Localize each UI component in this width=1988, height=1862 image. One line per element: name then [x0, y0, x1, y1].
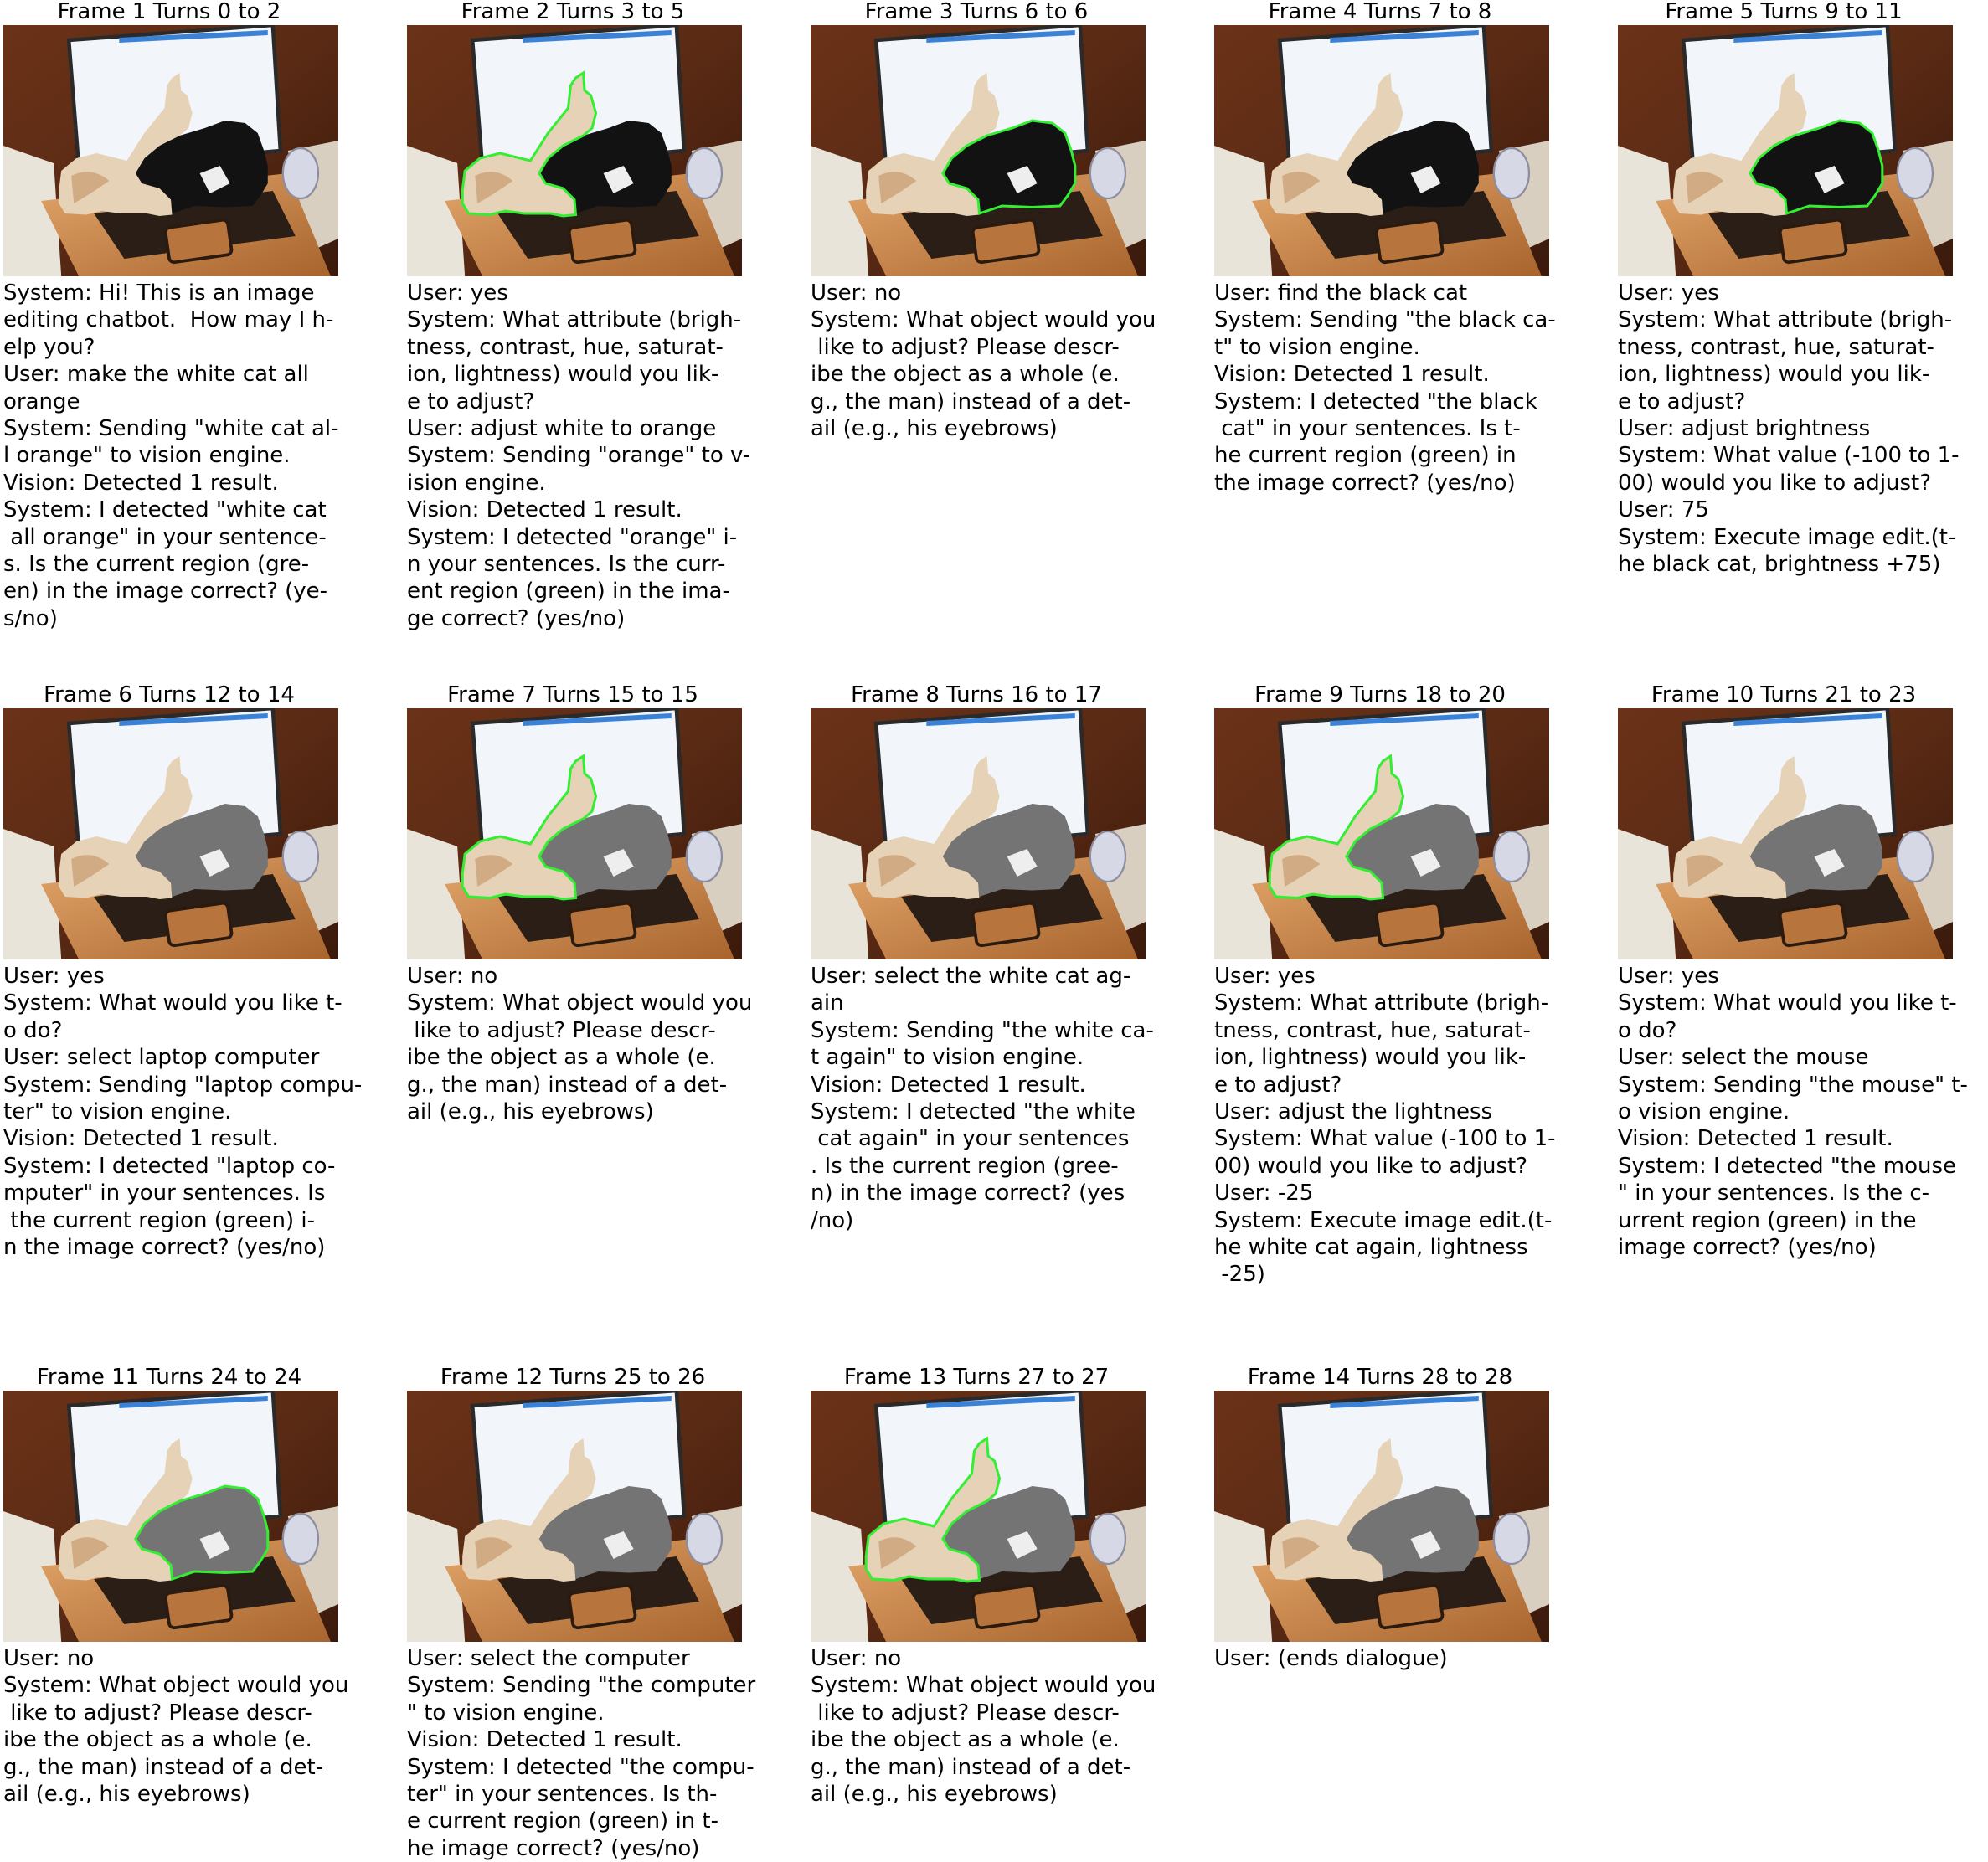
- scene-image: [1214, 708, 1549, 959]
- touchpad: [567, 218, 637, 265]
- dialogue-text: User: no System: What object would you l…: [407, 964, 753, 1125]
- computer-mouse: [1492, 830, 1531, 883]
- dialogue-text: User: no System: What object would you l…: [3, 1646, 349, 1808]
- touchpad: [1778, 218, 1848, 265]
- scene-image: [811, 708, 1146, 959]
- dialogue-text: User: yes System: What attribute (brigh-…: [407, 280, 751, 631]
- scene-image: [1214, 25, 1549, 276]
- scene-image: [407, 25, 742, 276]
- frame-image: [811, 708, 1146, 959]
- frame-title: Frame 11 Turns 24 to 24: [36, 1365, 302, 1390]
- frame-title: Frame 10 Turns 21 to 23: [1651, 682, 1917, 707]
- touchpad: [971, 218, 1041, 265]
- frame-title: Frame 2 Turns 3 to 5: [461, 0, 685, 24]
- scene-image: [1618, 708, 1953, 959]
- frame-title: Frame 12 Turns 25 to 26: [440, 1365, 706, 1390]
- frame-image: [407, 1391, 742, 1642]
- frame-image: [3, 1391, 338, 1642]
- computer-mouse: [1896, 830, 1934, 883]
- computer-mouse: [685, 147, 724, 200]
- touchpad: [971, 1583, 1041, 1630]
- frame-title: Frame 3 Turns 6 to 6: [864, 0, 1089, 24]
- dialogue-text: User: select the white cat ag- ain Syste…: [811, 964, 1154, 1233]
- frame-image: [1618, 25, 1953, 276]
- touchpad: [971, 901, 1041, 948]
- computer-mouse: [281, 830, 320, 883]
- frame-image: [1214, 1391, 1549, 1642]
- touchpad: [1778, 901, 1848, 948]
- frame-title: Frame 5 Turns 9 to 11: [1665, 0, 1903, 24]
- dialogue-text: User: yes System: What would you like t-…: [3, 964, 363, 1261]
- dialogue-text: User: no System: What object would you l…: [811, 1646, 1156, 1808]
- frame-title: Frame 13 Turns 27 to 27: [843, 1365, 1110, 1390]
- dialogue-text: User: yes System: What would you like t-…: [1618, 964, 1968, 1261]
- scene-image: [3, 25, 338, 276]
- scene-image: [3, 708, 338, 959]
- scene-image: [407, 708, 742, 959]
- dialogue-text: User: yes System: What attribute (brigh-…: [1618, 280, 1960, 578]
- frame-title: Frame 8 Turns 16 to 17: [851, 682, 1102, 707]
- scene-image: [1618, 25, 1953, 276]
- computer-mouse: [1089, 830, 1127, 883]
- computer-mouse: [281, 147, 320, 200]
- dialogue-text: User: no System: What object would you l…: [811, 280, 1156, 442]
- scene-image: [3, 1391, 338, 1642]
- frame-image: [1618, 708, 1953, 959]
- computer-mouse: [1089, 1512, 1127, 1566]
- frame-title: Frame 6 Turns 12 to 14: [44, 682, 295, 707]
- frame-title: Frame 9 Turns 18 to 20: [1254, 682, 1506, 707]
- frame-image: [1214, 25, 1549, 276]
- frame-image: [3, 708, 338, 959]
- scene-image: [407, 1391, 742, 1642]
- scene-image: [1214, 1391, 1549, 1642]
- frame-title: Frame 4 Turns 7 to 8: [1268, 0, 1492, 24]
- touchpad: [567, 1583, 637, 1630]
- frame-image: [811, 1391, 1146, 1642]
- dialogue-text: System: Hi! This is an image editing cha…: [3, 280, 339, 631]
- computer-mouse: [1492, 1512, 1531, 1566]
- frame-image: [407, 25, 742, 276]
- touchpad: [1374, 1583, 1445, 1630]
- touchpad: [163, 901, 234, 948]
- dialogue-text: User: find the black cat System: Sending…: [1214, 280, 1556, 496]
- frame-title: Frame 14 Turns 28 to 28: [1247, 1365, 1513, 1390]
- frame-image: [407, 708, 742, 959]
- computer-mouse: [685, 1512, 724, 1566]
- touchpad: [163, 218, 234, 265]
- touchpad: [1374, 901, 1445, 948]
- computer-mouse: [1492, 147, 1531, 200]
- frame-title: Frame 1 Turns 0 to 2: [57, 0, 281, 24]
- computer-mouse: [1896, 147, 1934, 200]
- touchpad: [1374, 218, 1445, 265]
- computer-mouse: [1089, 147, 1127, 200]
- frame-title: Frame 7 Turns 15 to 15: [447, 682, 698, 707]
- dialogue-text: User: (ends dialogue): [1214, 1646, 1448, 1671]
- touchpad: [567, 901, 637, 948]
- dialogue-text: User: yes System: What attribute (brigh-…: [1214, 964, 1556, 1288]
- dialogue-text: User: select the computer System: Sendin…: [407, 1646, 756, 1861]
- frame-image: [811, 25, 1146, 276]
- computer-mouse: [685, 830, 724, 883]
- scene-image: [811, 25, 1146, 276]
- scene-image: [811, 1391, 1146, 1642]
- frame-image: [1214, 708, 1549, 959]
- touchpad: [163, 1583, 234, 1630]
- frame-image: [3, 25, 338, 276]
- computer-mouse: [281, 1512, 320, 1566]
